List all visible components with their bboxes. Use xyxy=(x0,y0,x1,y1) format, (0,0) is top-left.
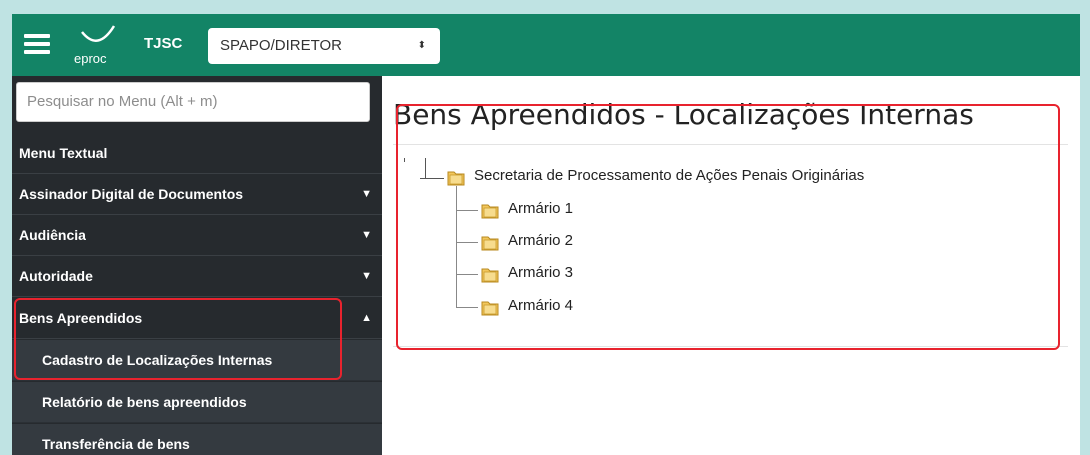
folder-icon[interactable] xyxy=(447,169,465,186)
tree-connector xyxy=(456,242,478,243)
hamburger-menu-icon[interactable] xyxy=(24,34,50,54)
tree-node-armario-3[interactable]: Armário 3 xyxy=(508,264,573,281)
sidebar-subitem-transferencia-bens[interactable]: Transferência de bens xyxy=(12,424,382,455)
folder-icon[interactable] xyxy=(481,266,499,283)
sidebar-item-bens-apreendidos[interactable]: Bens Apreendidos ▲ xyxy=(12,298,382,339)
sidebar-item-autoridade[interactable]: Autoridade ▼ xyxy=(12,256,382,297)
folder-icon[interactable] xyxy=(481,234,499,251)
tree-connector xyxy=(404,158,405,162)
content-divider xyxy=(393,346,1068,347)
tree-connector xyxy=(456,210,478,211)
sidebar-subitem-label: Transferência de bens xyxy=(42,436,190,452)
sidebar-item-menu-textual[interactable]: Menu Textual xyxy=(12,133,382,174)
menu-search-input[interactable]: Pesquisar no Menu (Alt + m) xyxy=(16,82,370,122)
page-title: Bens Apreendidos - Localizações Internas xyxy=(393,98,974,131)
tree-connector xyxy=(425,158,426,178)
folder-icon[interactable] xyxy=(481,299,499,316)
caret-down-icon: ▼ xyxy=(361,270,372,282)
sidebar-subitem-label: Cadastro de Localizações Internas xyxy=(42,352,273,368)
title-divider xyxy=(393,144,1068,145)
tree-connector xyxy=(456,307,478,308)
sidebar-item-label: Autoridade xyxy=(19,268,93,284)
sidebar-item-label: Audiência xyxy=(19,227,86,243)
search-placeholder: Pesquisar no Menu (Alt + m) xyxy=(27,93,218,110)
sidebar-item-label: Menu Textual xyxy=(19,145,108,161)
logo-swoosh-icon xyxy=(81,25,116,42)
top-bar: eproc TJSC SPAPO/DIRETOR ⬍ xyxy=(12,14,1080,76)
sidebar-item-label: Assinador Digital de Documentos xyxy=(19,186,244,202)
folder-icon[interactable] xyxy=(481,202,499,219)
tree-connector xyxy=(456,186,457,308)
org-name: TJSC xyxy=(144,35,183,52)
tree-connector xyxy=(456,274,478,275)
tree-node-armario-4[interactable]: Armário 4 xyxy=(508,297,573,314)
tree-node-armario-1[interactable]: Armário 1 xyxy=(508,200,573,217)
updown-arrows-icon: ⬍ xyxy=(417,40,426,51)
sidebar-subitem-cadastro-localizacoes[interactable]: Cadastro de Localizações Internas xyxy=(12,340,382,381)
sidebar-subitem-label: Relatório de bens apreendidos xyxy=(42,394,247,410)
sidebar-menu: Pesquisar no Menu (Alt + m) Menu Textual… xyxy=(12,76,382,455)
eproc-logo[interactable]: eproc xyxy=(68,22,126,68)
sidebar-item-audiencia[interactable]: Audiência ▼ xyxy=(12,215,382,256)
role-select[interactable]: SPAPO/DIRETOR ⬍ xyxy=(208,28,440,64)
sidebar-item-assinador[interactable]: Assinador Digital de Documentos ▼ xyxy=(12,174,382,215)
caret-up-icon: ▲ xyxy=(361,312,372,324)
sidebar-item-label: Bens Apreendidos xyxy=(19,310,143,326)
tree-node-armario-2[interactable]: Armário 2 xyxy=(508,232,573,249)
caret-down-icon: ▼ xyxy=(361,188,372,200)
role-select-value: SPAPO/DIRETOR xyxy=(220,37,342,54)
caret-down-icon: ▼ xyxy=(361,229,372,241)
logo-text: eproc xyxy=(74,51,107,66)
sidebar-subitem-relatorio-bens[interactable]: Relatório de bens apreendidos xyxy=(12,382,382,423)
tree-node-root[interactable]: Secretaria de Processamento de Ações Pen… xyxy=(474,167,864,184)
tree-connector xyxy=(420,178,444,179)
